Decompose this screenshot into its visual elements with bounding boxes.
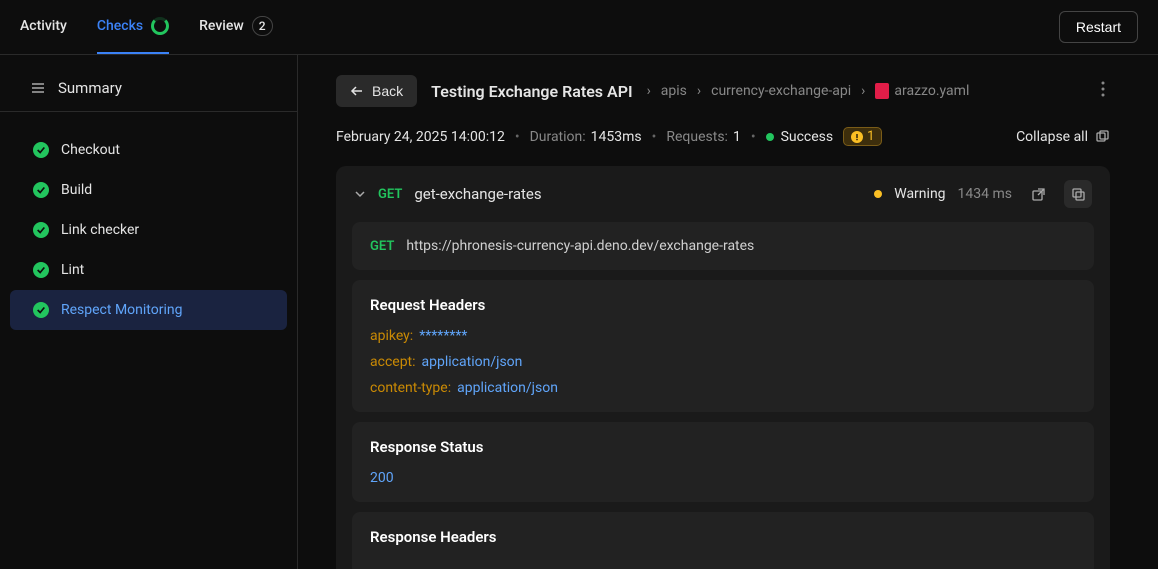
restart-button[interactable]: Restart	[1059, 11, 1138, 43]
header-row: apikey: ********	[370, 328, 1076, 344]
success-dot-icon	[766, 133, 774, 141]
warning-icon	[851, 131, 863, 143]
tab-checks-label: Checks	[97, 18, 143, 34]
http-method: GET	[378, 187, 402, 202]
chevron-right-icon: ›	[697, 83, 701, 99]
main-content: Back Testing Exchange Rates API › apis ›…	[298, 55, 1158, 569]
url-method: GET	[370, 239, 394, 254]
check-circle-icon	[33, 262, 49, 278]
operation-name: get-exchange-rates	[414, 185, 541, 203]
check-circle-icon	[33, 142, 49, 158]
page-header: Back Testing Exchange Rates API › apis ›…	[298, 55, 1148, 127]
response-headers-section: Response Headers	[352, 512, 1094, 569]
header-key: accept:	[370, 354, 416, 370]
request-headers-title: Request Headers	[370, 296, 1076, 314]
request-url: https://phronesis-currency-api.deno.dev/…	[406, 238, 754, 254]
header-value: application/json	[422, 354, 523, 370]
separator-dot: •	[515, 129, 520, 145]
check-circle-icon	[33, 302, 49, 318]
chevron-right-icon: ›	[647, 83, 651, 99]
breadcrumb-file-name: arazzo.yaml	[894, 83, 969, 99]
open-external-button[interactable]	[1024, 180, 1052, 208]
requests-label: Requests:	[666, 129, 728, 145]
body-row: Summary Checkout Build Link checker Lint…	[0, 55, 1158, 569]
external-link-icon	[1031, 187, 1046, 202]
warning-label: Warning	[894, 186, 945, 202]
header-value: application/json	[457, 380, 558, 396]
summary-label: Summary	[58, 79, 122, 97]
metadata-row: February 24, 2025 14:00:12 • Duration: 1…	[298, 127, 1148, 166]
breadcrumb-file[interactable]: arazzo.yaml	[875, 83, 969, 99]
sidebar-item-label: Lint	[61, 262, 84, 278]
duration-label: Duration:	[530, 129, 586, 145]
collapse-all-button[interactable]: Collapse all	[1016, 129, 1110, 145]
review-count-badge: 2	[252, 16, 273, 36]
request-timing: 1434 ms	[958, 186, 1012, 202]
sidebar-item-label: Link checker	[61, 222, 139, 238]
sidebar-item-link-checker[interactable]: Link checker	[10, 210, 287, 250]
menu-icon	[30, 80, 46, 96]
response-status-title: Response Status	[370, 438, 1076, 456]
copy-button[interactable]	[1064, 180, 1092, 208]
check-circle-icon	[33, 182, 49, 198]
response-headers-title: Response Headers	[370, 528, 1076, 546]
check-circle-icon	[33, 222, 49, 238]
header-row: accept: application/json	[370, 354, 1076, 370]
more-options-button[interactable]	[1096, 76, 1110, 107]
chevron-right-icon: ›	[861, 83, 865, 99]
sidebar-item-label: Build	[61, 182, 92, 198]
success-label: Success	[781, 129, 834, 145]
timestamp: February 24, 2025 14:00:12	[336, 129, 505, 145]
sidebar-item-checkout[interactable]: Checkout	[10, 130, 287, 170]
request-headers-section: Request Headers apikey: ******** accept:…	[352, 280, 1094, 412]
header-row: content-type: application/json	[370, 380, 1076, 396]
separator-dot: •	[751, 129, 756, 145]
chevron-down-icon	[354, 188, 366, 200]
tab-checks[interactable]: Checks	[97, 1, 169, 54]
breadcrumb-api-name[interactable]: currency-exchange-api	[711, 83, 851, 99]
requests-value: 1	[733, 129, 741, 145]
sidebar: Summary Checkout Build Link checker Lint…	[0, 55, 298, 569]
tab-activity-label: Activity	[20, 18, 67, 34]
header-key: apikey:	[370, 328, 413, 344]
header-key: content-type:	[370, 380, 451, 396]
warning-count-badge: 1	[843, 127, 882, 146]
separator-dot: •	[652, 129, 657, 145]
back-button[interactable]: Back	[336, 75, 417, 107]
sidebar-items: Checkout Build Link checker Lint Respect…	[0, 130, 297, 330]
request-card: GET get-exchange-rates Warning 1434 ms G…	[336, 166, 1110, 569]
breadcrumb-apis[interactable]: apis	[661, 83, 687, 99]
summary-header[interactable]: Summary	[0, 65, 297, 112]
page-title: Testing Exchange Rates API	[431, 82, 632, 101]
tab-activity[interactable]: Activity	[20, 1, 67, 54]
response-status-code: 200	[370, 470, 1076, 486]
arrow-left-icon	[350, 84, 364, 98]
warning-dot-icon	[874, 190, 882, 198]
url-section: GET https://phronesis-currency-api.deno.…	[352, 222, 1094, 270]
sidebar-item-label: Respect Monitoring	[61, 302, 182, 318]
collapse-icon	[1096, 130, 1110, 144]
collapse-all-label: Collapse all	[1016, 129, 1088, 145]
copy-icon	[1071, 187, 1086, 202]
file-icon	[875, 83, 889, 99]
tab-review[interactable]: Review 2	[199, 1, 272, 54]
back-label: Back	[372, 83, 403, 99]
warning-count: 1	[867, 129, 874, 144]
breadcrumb: › apis › currency-exchange-api › arazzo.…	[647, 83, 970, 99]
sidebar-item-respect-monitoring[interactable]: Respect Monitoring	[10, 290, 287, 330]
sidebar-item-build[interactable]: Build	[10, 170, 287, 210]
top-tabs: Activity Checks Review 2 Restart	[0, 0, 1158, 55]
tab-review-label: Review	[199, 18, 244, 34]
card-header[interactable]: GET get-exchange-rates Warning 1434 ms	[336, 166, 1110, 222]
spinner-icon	[151, 17, 169, 35]
sidebar-item-lint[interactable]: Lint	[10, 250, 287, 290]
sidebar-item-label: Checkout	[61, 142, 120, 158]
duration-value: 1453ms	[591, 129, 642, 145]
header-value: ********	[419, 328, 467, 344]
response-status-section: Response Status 200	[352, 422, 1094, 502]
kebab-icon	[1101, 81, 1105, 97]
